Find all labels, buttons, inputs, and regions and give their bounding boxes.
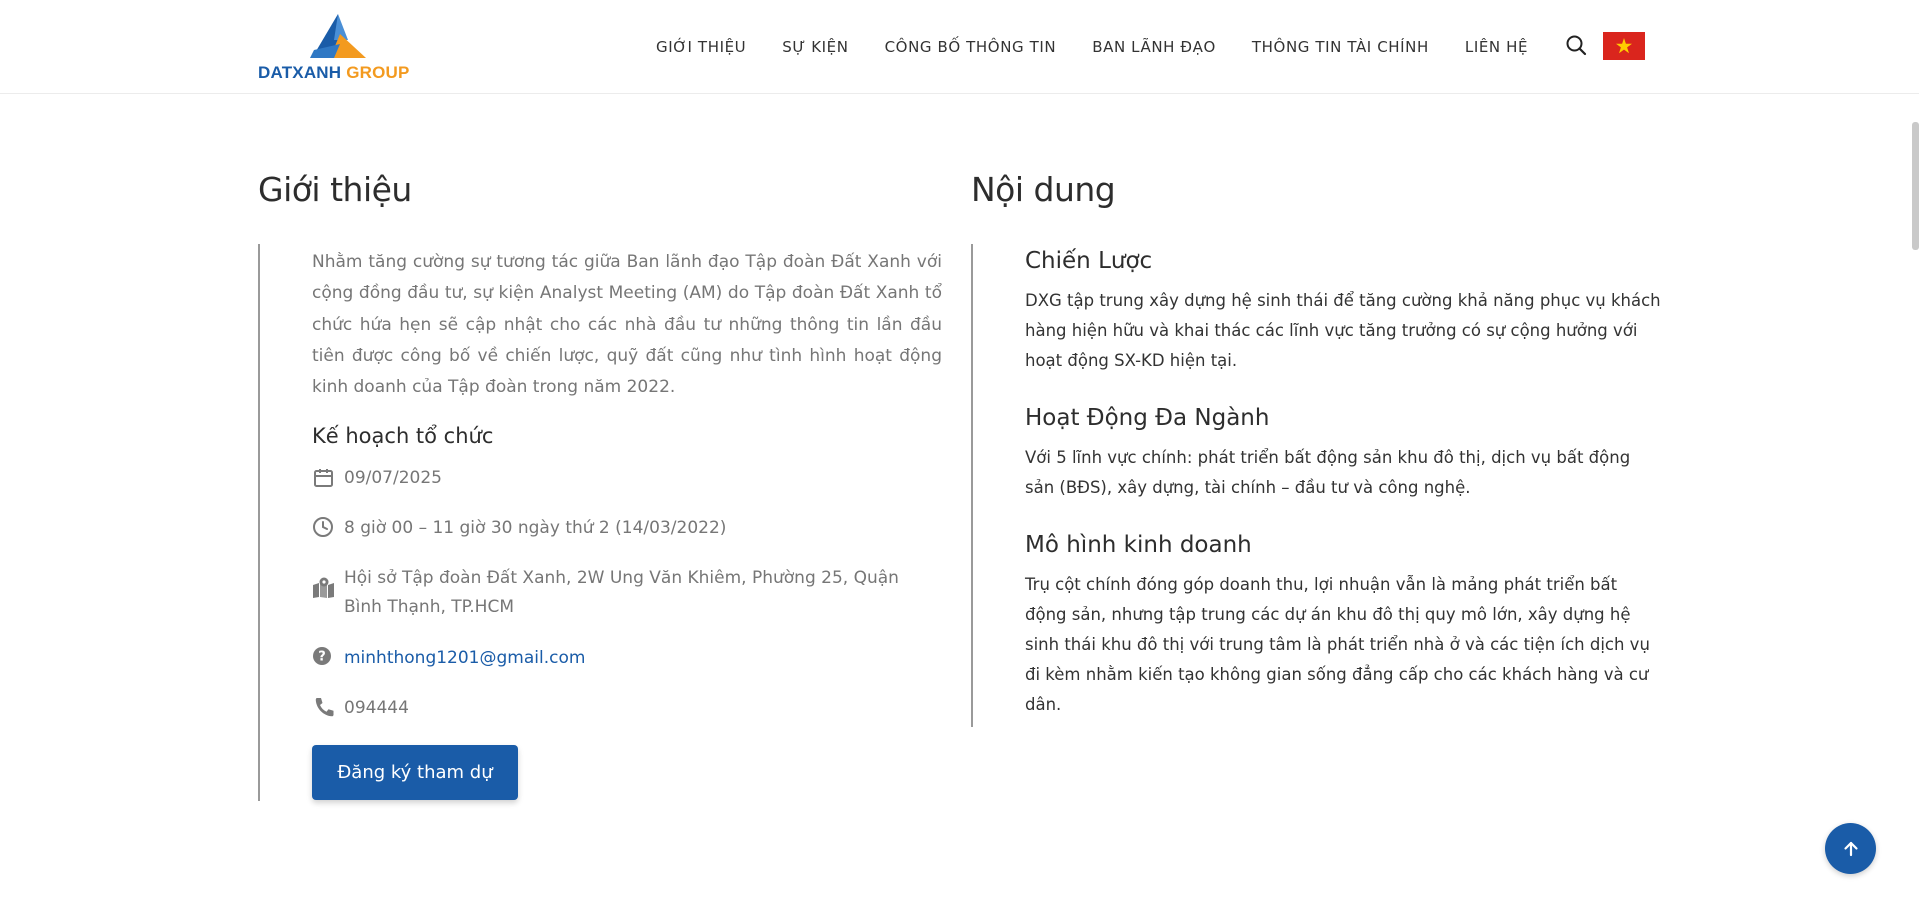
event-time: 8 giờ 00 – 11 giờ 30 ngày thứ 2 (14/03/2… xyxy=(344,518,727,538)
content-heading: Hoạt Động Đa Ngành xyxy=(1025,405,1270,431)
nav-lien-he[interactable]: LIÊN HỆ xyxy=(1465,36,1528,58)
event-location: Hội sở Tập đoàn Đất Xanh, 2W Ung Văn Khi… xyxy=(344,568,899,617)
site-header: DATXANH GROUP GIỚI THIỆU SỰ KIỆN CÔNG BỐ… xyxy=(0,0,1919,94)
content-text: DXG tập trung xây dựng hệ sinh thái để t… xyxy=(1025,291,1661,370)
main-nav: GIỚI THIỆU SỰ KIỆN CÔNG BỐ THÔNG TIN BAN… xyxy=(656,36,1528,58)
intro-title: Giới thiệu xyxy=(258,170,412,209)
content-text: Trụ cột chính đóng góp doanh thu, lợi nh… xyxy=(1025,575,1650,714)
content-block-multi-industry: Hoạt Động Đa Ngành Với 5 lĩnh vực chính:… xyxy=(1025,403,1661,503)
search-icon[interactable] xyxy=(1565,34,1587,56)
content-block-strategy: Chiến Lược DXG tập trung xây dựng hệ sin… xyxy=(1025,246,1661,376)
intro-panel: Nhằm tăng cường sự tương tác giữa Ban lã… xyxy=(258,244,942,801)
event-phone-row: 094444 xyxy=(312,694,409,723)
vietnam-flag-icon[interactable] xyxy=(1603,32,1645,60)
content-block-business-model: Mô hình kinh doanh Trụ cột chính đóng gó… xyxy=(1025,530,1661,720)
register-button[interactable]: Đăng ký tham dự xyxy=(312,745,518,800)
intro-section: Giới thiệu xyxy=(258,166,942,214)
nav-ban-lanh-dao[interactable]: BAN LÃNH ĐẠO xyxy=(1092,36,1216,58)
nav-cong-bo-thong-tin[interactable]: CÔNG BỐ THÔNG TIN xyxy=(885,36,1057,58)
event-phone: 094444 xyxy=(344,698,409,718)
logo-text: DATXANH GROUP xyxy=(258,63,410,82)
event-email-row: ? minhthong1201@gmail.com xyxy=(312,644,585,673)
logo-mark-icon xyxy=(310,14,366,58)
event-date-row: 09/07/2025 xyxy=(312,464,442,493)
content-text: Với 5 lĩnh vực chính: phát triển bất độn… xyxy=(1025,448,1631,497)
intro-text: Nhằm tăng cường sự tương tác giữa Ban lã… xyxy=(312,252,942,398)
map-location-icon xyxy=(313,577,334,598)
calendar-icon xyxy=(314,469,333,487)
clock-icon xyxy=(313,517,333,537)
phone-icon xyxy=(315,698,334,717)
nav-su-kien[interactable]: SỰ KIỆN xyxy=(782,36,848,58)
scroll-to-top-button[interactable] xyxy=(1825,823,1876,874)
svg-text:?: ? xyxy=(318,650,326,665)
event-time-row: 8 giờ 00 – 11 giờ 30 ngày thứ 2 (14/03/2… xyxy=(312,514,726,543)
nav-thong-tin-tai-chinh[interactable]: THÔNG TIN TÀI CHÍNH xyxy=(1252,36,1429,58)
page-scrollbar[interactable] xyxy=(1912,122,1919,250)
question-circle-icon: ? xyxy=(313,647,331,665)
event-email-link[interactable]: minhthong1201@gmail.com xyxy=(344,644,585,673)
plan-title: Kế hoạch tổ chức xyxy=(312,424,494,448)
content-title: Nội dung xyxy=(971,170,1116,209)
content-heading: Chiến Lược xyxy=(1025,248,1153,274)
arrow-up-icon xyxy=(1843,841,1858,856)
datxanh-logo[interactable]: DATXANH GROUP xyxy=(258,14,410,82)
nav-gioi-thieu[interactable]: GIỚI THIỆU xyxy=(656,36,746,58)
content-section: Nội dung xyxy=(971,166,1661,214)
event-date: 09/07/2025 xyxy=(344,468,442,488)
event-location-row: Hội sở Tập đoàn Đất Xanh, 2W Ung Văn Khi… xyxy=(312,564,942,622)
content-panel: Chiến Lược DXG tập trung xây dựng hệ sin… xyxy=(971,244,1661,727)
content-heading: Mô hình kinh doanh xyxy=(1025,532,1252,558)
